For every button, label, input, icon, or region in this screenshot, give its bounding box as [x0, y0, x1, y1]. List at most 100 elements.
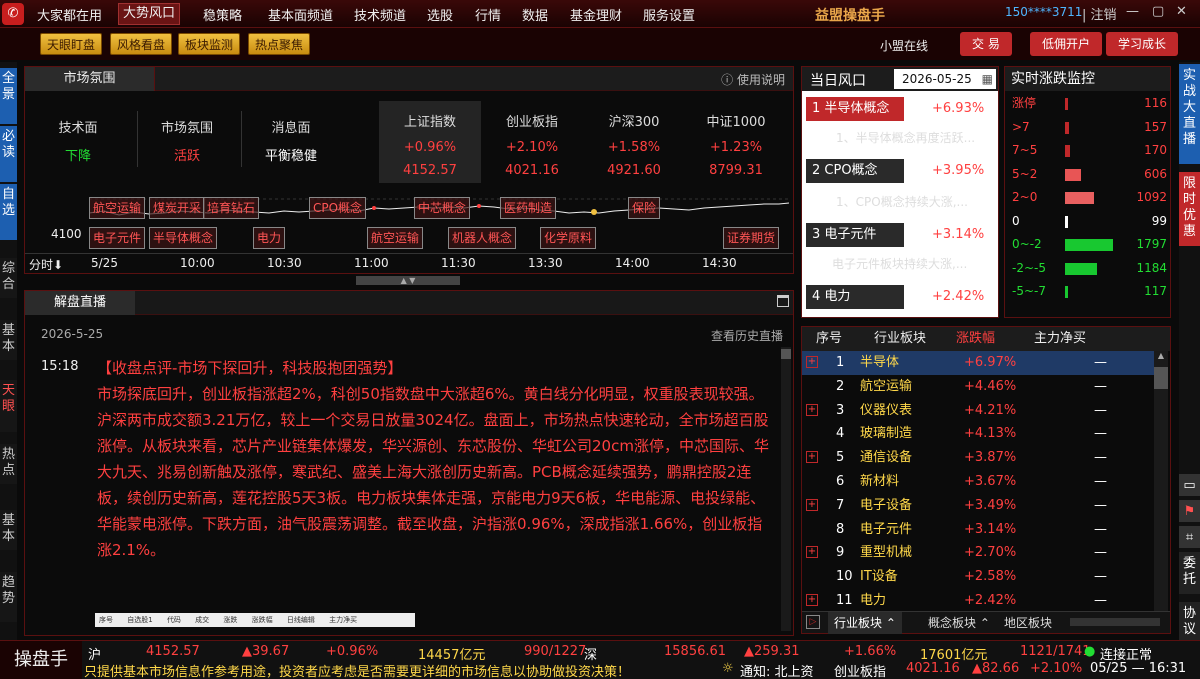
monitor-row[interactable]: 涨停 116 [1009, 93, 1171, 113]
scroll-thumb[interactable] [1154, 367, 1168, 389]
tag-bottom-7[interactable]: 证券期货 [723, 227, 780, 249]
sidebar-item-bidu[interactable]: 必读 [0, 126, 17, 182]
expand-row-icon[interactable]: + [806, 594, 818, 606]
online-status[interactable]: 小盟在线 [880, 37, 928, 54]
table-row[interactable]: +11 电力 +2.42% — [802, 589, 1160, 613]
monitor-row[interactable]: 0 99 [1009, 211, 1171, 231]
app-logo-icon[interactable]: ✆ [2, 3, 24, 25]
tag-top-6[interactable]: 医药制造 [500, 197, 557, 219]
col-header-name[interactable]: 行业板块 [874, 327, 926, 351]
index-cyb[interactable]: 创业板指 +2.10% 4021.16 [481, 101, 583, 183]
menu-item-5[interactable]: 技术频道 [354, 5, 406, 24]
col-header-pct[interactable]: 涨跌幅 [956, 327, 995, 351]
risk-desc[interactable]: 1、半导体概念再度活跃... [836, 129, 975, 146]
table-row[interactable]: 10 IT设备 +2.58% — [802, 565, 1160, 589]
minimize-icon[interactable]: — [1126, 4, 1139, 19]
logout-link[interactable]: | 注销 [1082, 4, 1117, 23]
tab-concept[interactable]: 概念板块 ⌃ [922, 612, 996, 634]
table-row[interactable]: +7 电子设备 +3.49% — [802, 494, 1160, 518]
sidebar-item-zixuan[interactable]: 自选 [0, 184, 17, 240]
screen-icon[interactable]: ▭ [1179, 474, 1200, 496]
sidebar-item-protocol[interactable]: 协议 [1179, 602, 1200, 644]
tab-region[interactable]: 地区板块 [998, 612, 1058, 634]
menu-item-4[interactable]: 基本面频道 [268, 5, 333, 24]
tag-top-5[interactable]: 中芯概念 [414, 197, 471, 219]
flag-icon[interactable]: ⚑ [1179, 500, 1200, 522]
tag-bottom-6[interactable]: 化学原料 [540, 227, 597, 249]
monitor-row[interactable]: 7~5 170 [1009, 140, 1171, 160]
risk-item-2[interactable]: 2 CPO概念 [806, 159, 904, 183]
tag-top-2[interactable]: 煤炭开采 [149, 197, 206, 219]
hot-focus-button[interactable]: 热点聚焦 [248, 33, 311, 55]
monitor-row[interactable]: >7 157 [1009, 117, 1171, 137]
market-tab[interactable]: 市场氛围 [25, 67, 155, 91]
risk-desc[interactable]: 电子元件板块持续大涨,... [832, 255, 967, 272]
tag-top-7[interactable]: 保险 [628, 197, 661, 219]
expand-row-icon[interactable]: + [806, 546, 818, 559]
tab-industry[interactable]: 行业板块 ⌃ [828, 612, 902, 634]
crop-icon[interactable]: ⌗ [1179, 526, 1200, 548]
menu-item-3[interactable]: 稳策略 [203, 5, 242, 24]
sidebar-item-live[interactable]: 实战大直播 [1179, 64, 1200, 164]
sidebar-item-promo[interactable]: 限时优惠 [1179, 172, 1200, 246]
scroll-up-icon[interactable]: ▲ [1154, 351, 1168, 363]
tag-bottom-2[interactable]: 半导体概念 [149, 227, 218, 249]
tianyan-button[interactable]: 天眼盯盘 [40, 33, 103, 55]
monitor-row[interactable]: -5~-7 117 [1009, 281, 1171, 301]
sidebar-item-zonghe[interactable]: 综合 [0, 258, 17, 298]
tag-bottom-1[interactable]: 电子元件 [89, 227, 146, 249]
index-hs300[interactable]: 沪深300 +1.58% 4921.60 [583, 101, 685, 183]
table-row[interactable]: +1 半导体 +6.97% — [802, 351, 1160, 375]
expand-row-icon[interactable]: + [806, 498, 818, 511]
col-header-no[interactable]: 序号 [816, 327, 842, 351]
horizontal-scrollbar[interactable] [1070, 618, 1160, 626]
tag-bottom-5[interactable]: 机器人概念 [448, 227, 517, 249]
notice2-text[interactable]: 通知: 北上资 [740, 661, 814, 679]
collapse-handle[interactable]: ▲ ▼ [356, 276, 460, 285]
index-sh[interactable]: 上证指数 +0.96% 4152.57 [379, 101, 481, 183]
col-header-net[interactable]: 主力净买 [1034, 327, 1086, 351]
monitor-row[interactable]: 5~2 606 [1009, 164, 1171, 184]
learn-button[interactable]: 学习成长 [1106, 32, 1179, 56]
sidebar-item-jiben2[interactable]: 基本 [0, 510, 17, 550]
monitor-row[interactable]: 0~-2 1797 [1009, 234, 1171, 254]
monitor-row[interactable]: -2~-5 1184 [1009, 258, 1171, 278]
maximize-icon[interactable] [777, 295, 789, 307]
tag-top-1[interactable]: 航空运输 [89, 197, 146, 219]
menu-item-2[interactable]: 大势风口 [118, 3, 181, 25]
sector-scrollbar[interactable]: ▲ [1154, 351, 1168, 611]
tag-top-3[interactable]: 培育钻石 [203, 197, 260, 219]
table-row[interactable]: 8 电子元件 +3.14% — [802, 518, 1160, 542]
help-link[interactable]: ⓘ 使用说明 [721, 71, 785, 88]
menu-item-10[interactable]: 服务设置 [643, 5, 695, 24]
table-row[interactable]: +9 重型机械 +2.70% — [802, 541, 1160, 565]
history-link[interactable]: 查看历史直播 [711, 327, 783, 344]
sidebar-item-entrust[interactable]: 委托 [1179, 552, 1200, 594]
sidebar-item-jiben[interactable]: 基本 [0, 320, 17, 360]
user-id[interactable]: 150****3711 [1005, 5, 1082, 19]
risk-desc[interactable]: 1、CPO概念持续大涨,... [836, 193, 968, 210]
monitor-row[interactable]: 2~0 1092 [1009, 187, 1171, 207]
table-row[interactable]: +5 通信设备 +3.87% — [802, 446, 1160, 470]
expand-row-icon[interactable]: + [806, 403, 818, 416]
trade-button[interactable]: 交 易 [960, 32, 1012, 56]
table-row[interactable]: 6 新材料 +3.67% — [802, 470, 1160, 494]
expand-row-icon[interactable]: + [806, 451, 818, 464]
sector-monitor-button[interactable]: 板块监测 [178, 33, 241, 55]
sidebar-item-redian[interactable]: 热点 [0, 444, 17, 484]
risk-item-3[interactable]: 3 电子元件 [806, 223, 904, 247]
time-mode[interactable]: 分时⬇ [29, 256, 63, 273]
scroll-thumb[interactable] [781, 349, 791, 359]
menu-item-8[interactable]: 数据 [522, 5, 548, 24]
tag-bottom-4[interactable]: 航空运输 [367, 227, 424, 249]
date-picker[interactable]: 2026-05-25 ▦ [894, 69, 996, 89]
menu-item-9[interactable]: 基金理财 [570, 5, 622, 24]
menu-item-1[interactable]: 大家都在用 [37, 5, 102, 24]
table-row[interactable]: 4 玻璃制造 +4.13% — [802, 422, 1160, 446]
maximize-icon[interactable]: ▢ [1152, 4, 1164, 19]
live-tab[interactable]: 解盘直播 [25, 291, 135, 315]
close-icon[interactable]: ✕ [1176, 4, 1187, 19]
live-scrollbar[interactable] [781, 347, 791, 631]
table-row[interactable]: 2 航空运输 +4.46% — [802, 375, 1160, 399]
tag-top-4[interactable]: CPO概念 [309, 197, 367, 219]
